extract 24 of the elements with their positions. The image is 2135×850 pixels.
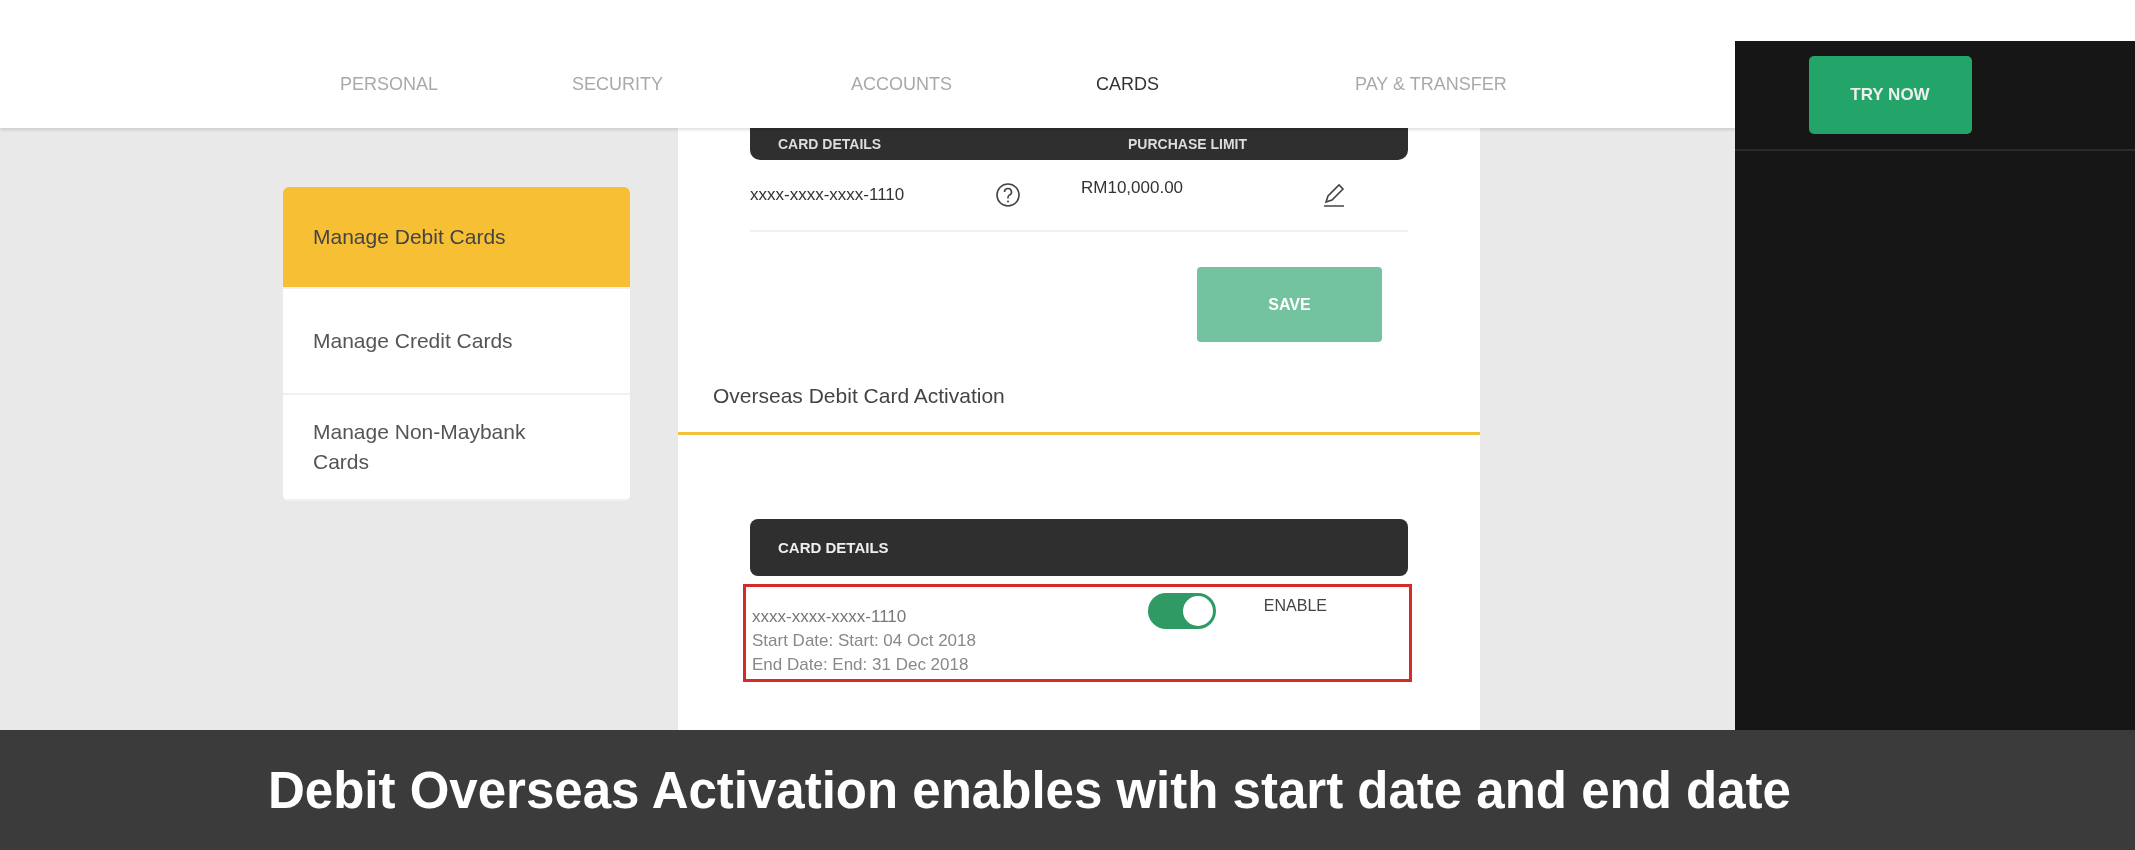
card-number: xxxx-xxxx-xxxx-1110 bbox=[752, 607, 908, 627]
toggle-switch[interactable] bbox=[1147, 593, 1216, 629]
sidebar-item[interactable]: Manage Debit Cards bbox=[283, 187, 630, 289]
try-now-button[interactable]: TRY NOW bbox=[1808, 56, 1972, 134]
sidebar-item[interactable]: Manage Credit Cards bbox=[283, 289, 630, 395]
caption-text: Debit Overseas Activation enables with start date and end date bbox=[268, 760, 1791, 820]
end-date: End Date: End: 31 Dec 2018 bbox=[752, 655, 970, 675]
nav-tab[interactable]: SECURITY bbox=[572, 74, 663, 95]
card-details-header: CARD DETAILS bbox=[750, 519, 1408, 576]
nav-tab[interactable]: CARDS bbox=[1096, 74, 1159, 95]
save-button[interactable]: SAVE bbox=[1197, 267, 1382, 342]
column-header: PURCHASE LIMIT bbox=[1128, 136, 1248, 152]
pencil-icon[interactable] bbox=[1321, 182, 1347, 208]
nav-tab[interactable]: ACCOUNTS bbox=[851, 74, 952, 95]
nav-tab[interactable]: PAY & TRANSFER bbox=[1355, 74, 1507, 95]
sidebar-item[interactable]: Manage Non-Maybank Cards bbox=[283, 395, 630, 501]
purchase-limit: RM10,000.00 bbox=[1081, 178, 1185, 198]
section-title: Overseas Debit Card Activation bbox=[713, 384, 1006, 408]
toggle-label: ENABLE bbox=[1263, 597, 1327, 615]
column-header: CARD DETAILS bbox=[778, 136, 883, 152]
card-number: xxxx-xxxx-xxxx-1110 bbox=[750, 185, 906, 205]
start-date: Start Date: Start: 04 Oct 2018 bbox=[752, 631, 976, 651]
help-icon[interactable] bbox=[995, 182, 1021, 208]
nav-tab[interactable]: PERSONAL bbox=[340, 74, 439, 95]
